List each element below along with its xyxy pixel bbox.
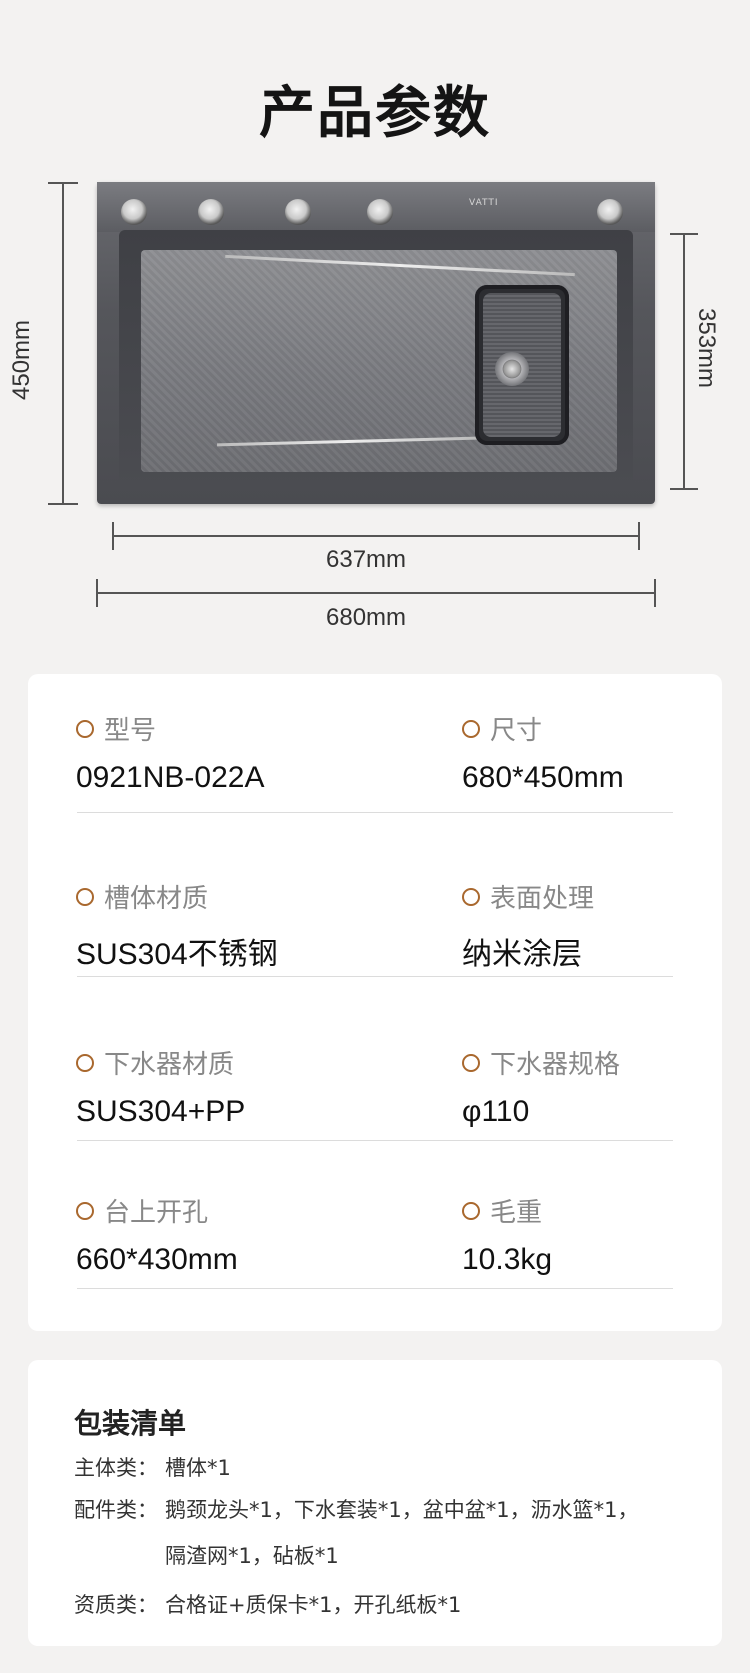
circle-outline-icon [76, 1053, 94, 1072]
spec-label: 台上开孔 [104, 1198, 209, 1228]
drain-cap-icon [503, 360, 521, 378]
spec-label: 槽体材质 [104, 884, 209, 914]
dim-line-width-inner [112, 535, 640, 537]
spec-value: SUS304+PP [76, 1095, 246, 1128]
spec-label-row: 下水器规格 [462, 1044, 620, 1081]
spec-label-row: 毛重 [462, 1192, 552, 1229]
circle-outline-icon [462, 719, 480, 738]
spec-basin-material: 槽体材质 SUS304不锈钢 [76, 878, 278, 973]
package-key: 资质类： [74, 1593, 158, 1617]
divider [77, 976, 673, 977]
spec-drain-size: 下水器规格 φ110 [462, 1044, 620, 1129]
circle-outline-icon [76, 887, 94, 906]
package-row-main: 主体类： 槽体*1 [74, 1452, 231, 1482]
package-value-lines: 鹅颈龙头*1，下水套装*1，盆中盆*1，沥水篮*1， 隔渣网*1，砧板*1 [165, 1487, 638, 1579]
dim-label-height-inner-wrap: 353mm [690, 308, 720, 428]
sink-product-image: VATTI [97, 182, 655, 504]
spec-card: 型号 0921NB-022A 尺寸 680*450mm 槽体材质 SUS304不… [28, 674, 722, 1331]
dim-tick [670, 233, 698, 235]
dim-tick [96, 579, 98, 607]
dim-line-width-outer [96, 592, 656, 594]
faucet-hole-icon [597, 199, 623, 225]
spec-label-row: 尺寸 [462, 710, 624, 747]
spec-value: 纳米涂层 [462, 938, 582, 971]
page-title: 产品参数 [259, 81, 491, 146]
package-key: 主体类： [74, 1456, 158, 1480]
dim-tick [638, 522, 640, 550]
spec-label: 尺寸 [490, 716, 543, 746]
spec-model: 型号 0921NB-022A [76, 710, 264, 795]
circle-outline-icon [462, 1201, 480, 1220]
dim-tick [670, 488, 698, 490]
dim-tick [48, 182, 78, 184]
dim-label-width-outer: 680mm [326, 604, 407, 631]
faucet-hole-icon [285, 199, 311, 225]
spec-label-row: 下水器材质 [76, 1044, 245, 1081]
spec-cutout: 台上开孔 660*430mm [76, 1192, 238, 1277]
spec-label-row: 台上开孔 [76, 1192, 238, 1229]
spec-value: φ110 [462, 1095, 530, 1128]
package-value: 鹅颈龙头*1，下水套装*1，盆中盆*1，沥水篮*1， [165, 1498, 639, 1522]
divider [77, 812, 673, 813]
circle-outline-icon [462, 887, 480, 906]
dim-line-height-outer [62, 182, 64, 504]
circle-outline-icon [462, 1053, 480, 1072]
spec-label: 毛重 [490, 1198, 543, 1228]
dim-tick [112, 522, 114, 550]
spec-label: 型号 [104, 716, 157, 746]
spec-weight: 毛重 10.3kg [462, 1192, 552, 1277]
package-card: 包装清单 主体类： 槽体*1 配件类： 鹅颈龙头*1，下水套装*1，盆中盆*1，… [28, 1360, 722, 1646]
spec-surface: 表面处理 纳米涂层 [462, 878, 594, 973]
spec-label: 下水器规格 [490, 1050, 621, 1080]
circle-outline-icon [76, 719, 94, 738]
spec-size: 尺寸 680*450mm [462, 710, 624, 795]
package-title: 包装清单 [74, 1407, 187, 1440]
dim-label-height-inner: 353mm [693, 308, 720, 389]
faucet-hole-icon [367, 199, 393, 225]
spec-drain-material: 下水器材质 SUS304+PP [76, 1044, 245, 1129]
spec-value: SUS304不锈钢 [76, 938, 278, 971]
dim-tick [48, 503, 78, 505]
package-key: 配件类： [74, 1498, 158, 1522]
package-row-certificates: 资质类： 合格证+质保卡*1，开孔纸板*1 [74, 1589, 461, 1619]
spec-label-row: 槽体材质 [76, 878, 278, 915]
dim-label-width-inner: 637mm [326, 546, 407, 573]
dim-label-height-outer-wrap: 450mm [8, 280, 38, 400]
divider [77, 1288, 673, 1289]
package-row-accessories: 配件类： 鹅颈龙头*1，下水套装*1，盆中盆*1，沥水篮*1， 隔渣网*1，砧板… [74, 1487, 638, 1579]
circle-outline-icon [76, 1201, 94, 1220]
divider [77, 1140, 673, 1141]
spec-value: 680*450mm [462, 761, 624, 794]
spec-label-row: 型号 [76, 710, 264, 747]
spec-label-row: 表面处理 [462, 878, 594, 915]
dim-label-height-outer: 450mm [8, 319, 35, 400]
package-value: 槽体*1 [165, 1456, 231, 1480]
package-value: 合格证+质保卡*1，开孔纸板*1 [165, 1593, 462, 1617]
dim-tick [654, 579, 656, 607]
package-value: 隔渣网*1，砧板*1 [165, 1544, 339, 1568]
dim-line-height-inner [683, 233, 685, 489]
spec-value: 660*430mm [76, 1243, 238, 1276]
spec-label: 下水器材质 [104, 1050, 235, 1080]
spec-value: 0921NB-022A [76, 761, 265, 794]
brand-logo: VATTI [469, 198, 499, 208]
spec-value: 10.3kg [462, 1243, 553, 1276]
faucet-hole-icon [121, 199, 147, 225]
spec-label: 表面处理 [490, 884, 595, 914]
faucet-hole-icon [198, 199, 224, 225]
